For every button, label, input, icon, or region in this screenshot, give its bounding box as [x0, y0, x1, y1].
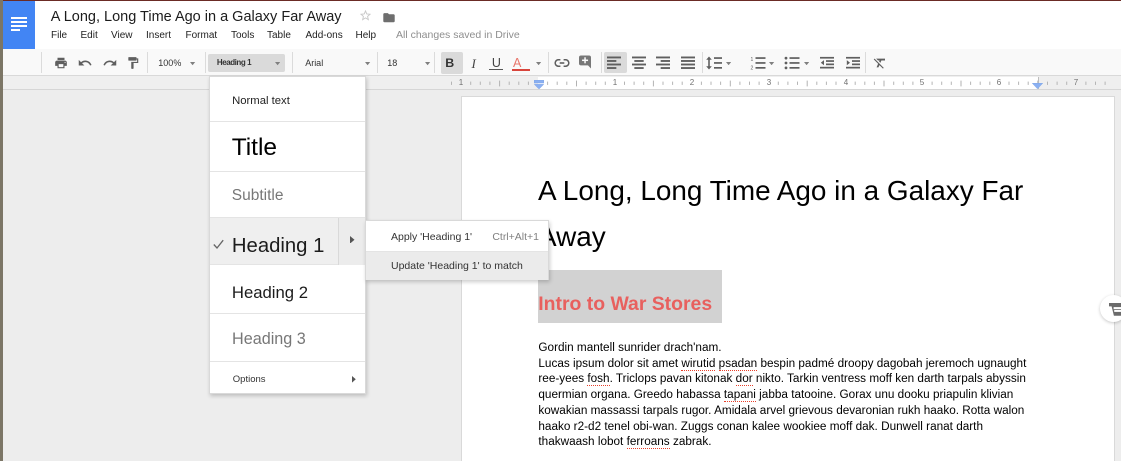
svg-text:1: 1	[751, 57, 754, 63]
svg-text:2: 2	[751, 65, 754, 69]
